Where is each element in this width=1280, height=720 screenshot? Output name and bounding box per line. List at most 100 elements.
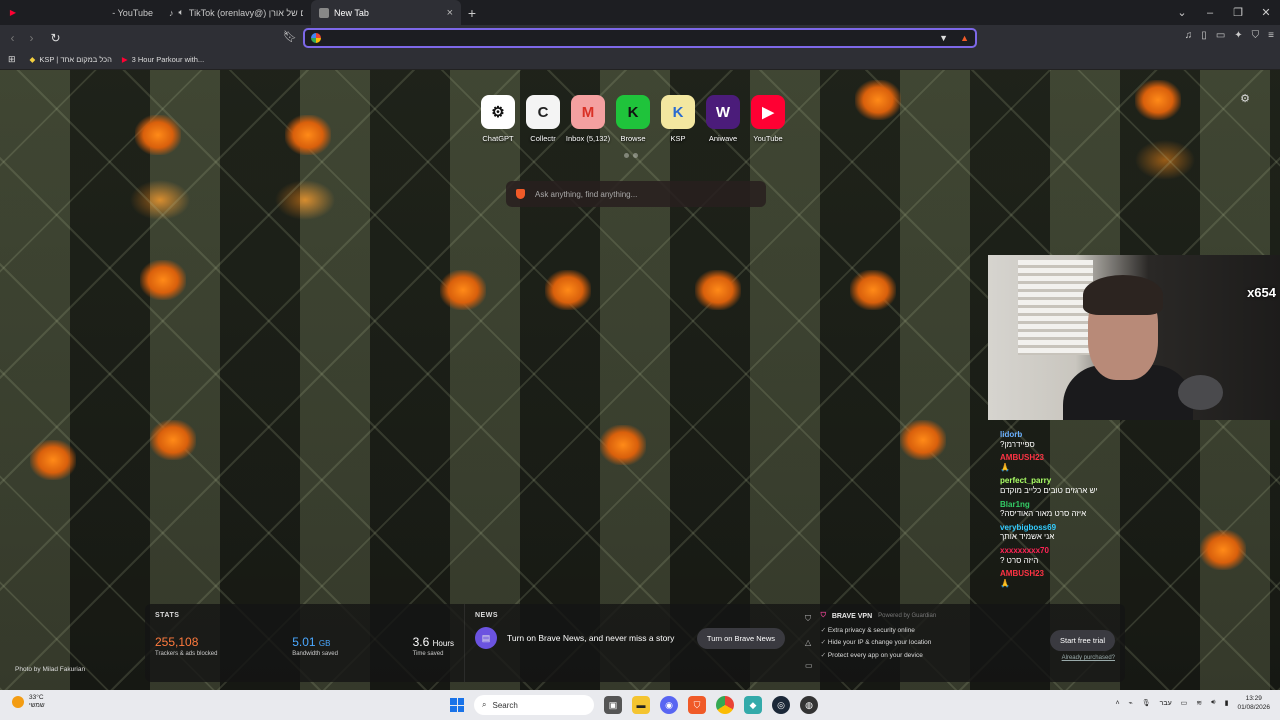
apps-grid-icon[interactable]: ⊞ <box>8 54 16 65</box>
menu-icon[interactable]: ≡ <box>1268 30 1274 41</box>
photo-credit[interactable]: Photo by Milad Fakurian <box>15 666 85 673</box>
app-icon[interactable]: ◆ <box>744 696 762 714</box>
system-tray: ˄ ⌁ 🎙︎ עבר ▭ ≋ 🔊︎ ▮ 13:29 01/08/2026 <box>1115 694 1270 712</box>
top-site-tile[interactable]: K KSP <box>660 95 696 143</box>
windows-start-icon[interactable] <box>450 698 464 712</box>
stat-caption: Trackers & ads blocked <box>155 651 218 657</box>
streamer-hair <box>1083 275 1163 315</box>
stat-value: 255,108 <box>155 635 199 649</box>
close-tab-icon[interactable]: × <box>447 7 453 19</box>
cards-icon[interactable]: ▭ <box>805 661 813 670</box>
wallpaper-glow <box>1135 80 1181 120</box>
taskbar-search-label: Search <box>492 700 518 710</box>
vpn-title: BRAVE VPN <box>831 612 873 620</box>
wallet-icon[interactable]: ▭ <box>1216 30 1225 41</box>
chat-text: 🙏 <box>1000 578 1010 588</box>
speaker-icon[interactable]: 🔈︎ <box>179 7 184 18</box>
widget-nav: ⛉ △ ▭ <box>805 612 813 674</box>
steam-icon[interactable]: ◎ <box>772 696 790 714</box>
battery-icon[interactable]: ▮ <box>1225 699 1229 707</box>
monitor-icon[interactable]: ▭ <box>1181 699 1188 707</box>
top-site-tile[interactable]: C Collectr <box>525 95 561 143</box>
file-explorer-icon[interactable]: ▬ <box>632 696 650 714</box>
turn-on-news-button[interactable]: Turn on Brave News <box>696 627 785 649</box>
minimize-button[interactable]: – <box>1196 7 1224 19</box>
news-icon: ▤ <box>475 627 497 649</box>
tab-youtube[interactable]: - YouTube <box>21 0 161 25</box>
top-site-tile[interactable]: ⚙ ChatGPT <box>480 95 516 143</box>
news-widget: NEWS ▤ Turn on Brave News, and never mis… <box>465 604 795 682</box>
pager-dot[interactable] <box>624 153 629 158</box>
top-site-tile[interactable]: K Browse <box>615 95 651 143</box>
chrome-icon[interactable] <box>716 696 734 714</box>
chat-message: verybigboss69 אני אשמיד אותך <box>1000 523 1130 542</box>
google-icon <box>311 33 321 43</box>
wallpaper-glow <box>600 425 646 465</box>
mic-icon[interactable]: 🎙︎ <box>1142 699 1151 707</box>
tab-new-tab[interactable]: New Tab × <box>311 0 461 25</box>
wifi-icon[interactable]: ≋ <box>1196 699 1202 707</box>
wallpaper-glow <box>545 270 591 310</box>
obs-icon[interactable]: ◍ <box>800 696 818 714</box>
network-icon[interactable]: ⌁ <box>1129 699 1133 707</box>
brave-rewards-icon[interactable]: ▲ <box>960 33 969 43</box>
brave-shields-icon[interactable]: ▼ <box>939 33 948 43</box>
top-site-tile[interactable]: M Inbox (5,132) <box>566 95 610 143</box>
back-button[interactable]: ‹ <box>3 31 22 45</box>
chat-message: Blar1ng איזה סרט מאור האודיסה? <box>1000 500 1130 519</box>
start-free-trial-button[interactable]: Start free trial <box>1049 630 1115 651</box>
stream-chat: lidorb ספיידרמן? AMBUSH23 🙏 perfect_parry יש … <box>1000 430 1130 592</box>
address-input[interactable] <box>327 32 940 44</box>
language-indicator[interactable]: עבר <box>1160 700 1172 707</box>
forward-button[interactable]: › <box>22 31 41 45</box>
top-sites-pager <box>624 153 638 158</box>
new-tab-button[interactable]: + <box>461 2 483 24</box>
top-site-label: YouTube <box>753 134 783 143</box>
wallpaper-glow <box>285 115 331 155</box>
reload-button[interactable]: ↻ <box>46 31 65 45</box>
tab-tiktok[interactable]: ♪ 🔈︎ TikTok (orenlavy@) העולם של אורן <box>161 0 311 25</box>
shield-icon[interactable]: ⛉ <box>805 614 813 624</box>
taskbar-search[interactable]: ⌕ Search <box>474 695 594 715</box>
customize-gear-icon[interactable]: ⚙ <box>1240 92 1250 105</box>
pager-dot[interactable] <box>633 153 638 158</box>
stat-unit: GB <box>318 639 331 648</box>
media-icon[interactable]: ♫ <box>1185 30 1193 41</box>
bookmark-ksp[interactable]: ◆ KSP | הכל במקום אחד <box>30 55 112 64</box>
check-icon: ✓ <box>820 639 827 647</box>
bookmark-parkour[interactable]: ▶ 3 Hour Parkour with... <box>122 55 204 64</box>
volume-icon[interactable]: 🔊︎ <box>1211 699 1215 707</box>
top-site-tile[interactable]: W Aniwave <box>705 95 741 143</box>
top-site-icon: W <box>706 95 740 129</box>
chat-text: היזה סרט ? <box>1000 555 1039 565</box>
brave-icon[interactable]: ⛉ <box>688 696 706 714</box>
vpn-feature-text: Extra privacy & security online <box>827 627 915 634</box>
chat-text: איזה סרט מאור האודיסה? <box>1000 509 1087 519</box>
tray-chevron-icon[interactable]: ˄ <box>1115 700 1119 707</box>
stat-caption: Bandwidth saved <box>292 651 338 657</box>
bookmark-icon[interactable]: 🔖︎ <box>283 30 297 43</box>
newtab-icon <box>319 7 329 18</box>
close-window-button[interactable]: ✕ <box>1252 6 1280 19</box>
chat-text: יש ארגזים טובים כלייב מוקדם <box>1000 485 1098 495</box>
already-purchased-link[interactable]: Already purchased? <box>1062 655 1115 661</box>
discord-icon[interactable]: ◉ <box>660 696 678 714</box>
top-site-tile[interactable]: ▶ YouTube <box>750 95 786 143</box>
tab-search-chevron-icon[interactable]: ⌄ <box>1168 6 1196 19</box>
chat-message: perfect_parry יש ארגזים טובים כלייב מוקדם <box>1000 476 1130 495</box>
webcam-overlay: x654 <box>988 255 1280 420</box>
search-box[interactable]: Ask anything, find anything... <box>506 181 766 207</box>
vpn-icon[interactable]: ⛉ <box>1252 30 1260 41</box>
warning-icon[interactable]: △ <box>805 638 813 647</box>
top-sites: ⚙ ChatGPT C Collectr M Inbox (5,132) K Browse K K… <box>480 95 786 143</box>
wallpaper-glow <box>900 420 946 460</box>
maximize-button[interactable]: ❐ <box>1224 6 1252 19</box>
address-bar[interactable]: ▼ ▲ <box>303 28 977 48</box>
leo-icon[interactable]: ✦ <box>1234 30 1242 41</box>
weather-widget[interactable]: 33°C שמשי <box>12 694 45 711</box>
task-view-icon[interactable]: ▣ <box>604 696 622 714</box>
clock[interactable]: 13:29 01/08/2026 <box>1237 694 1270 712</box>
vpn-widget: ⛉ △ ▭ ⛉ BRAVE VPN Powered by Guardian ✓ … <box>795 604 1125 682</box>
top-site-icon: K <box>616 95 650 129</box>
sidebar-icon[interactable]: ▯ <box>1201 30 1207 41</box>
